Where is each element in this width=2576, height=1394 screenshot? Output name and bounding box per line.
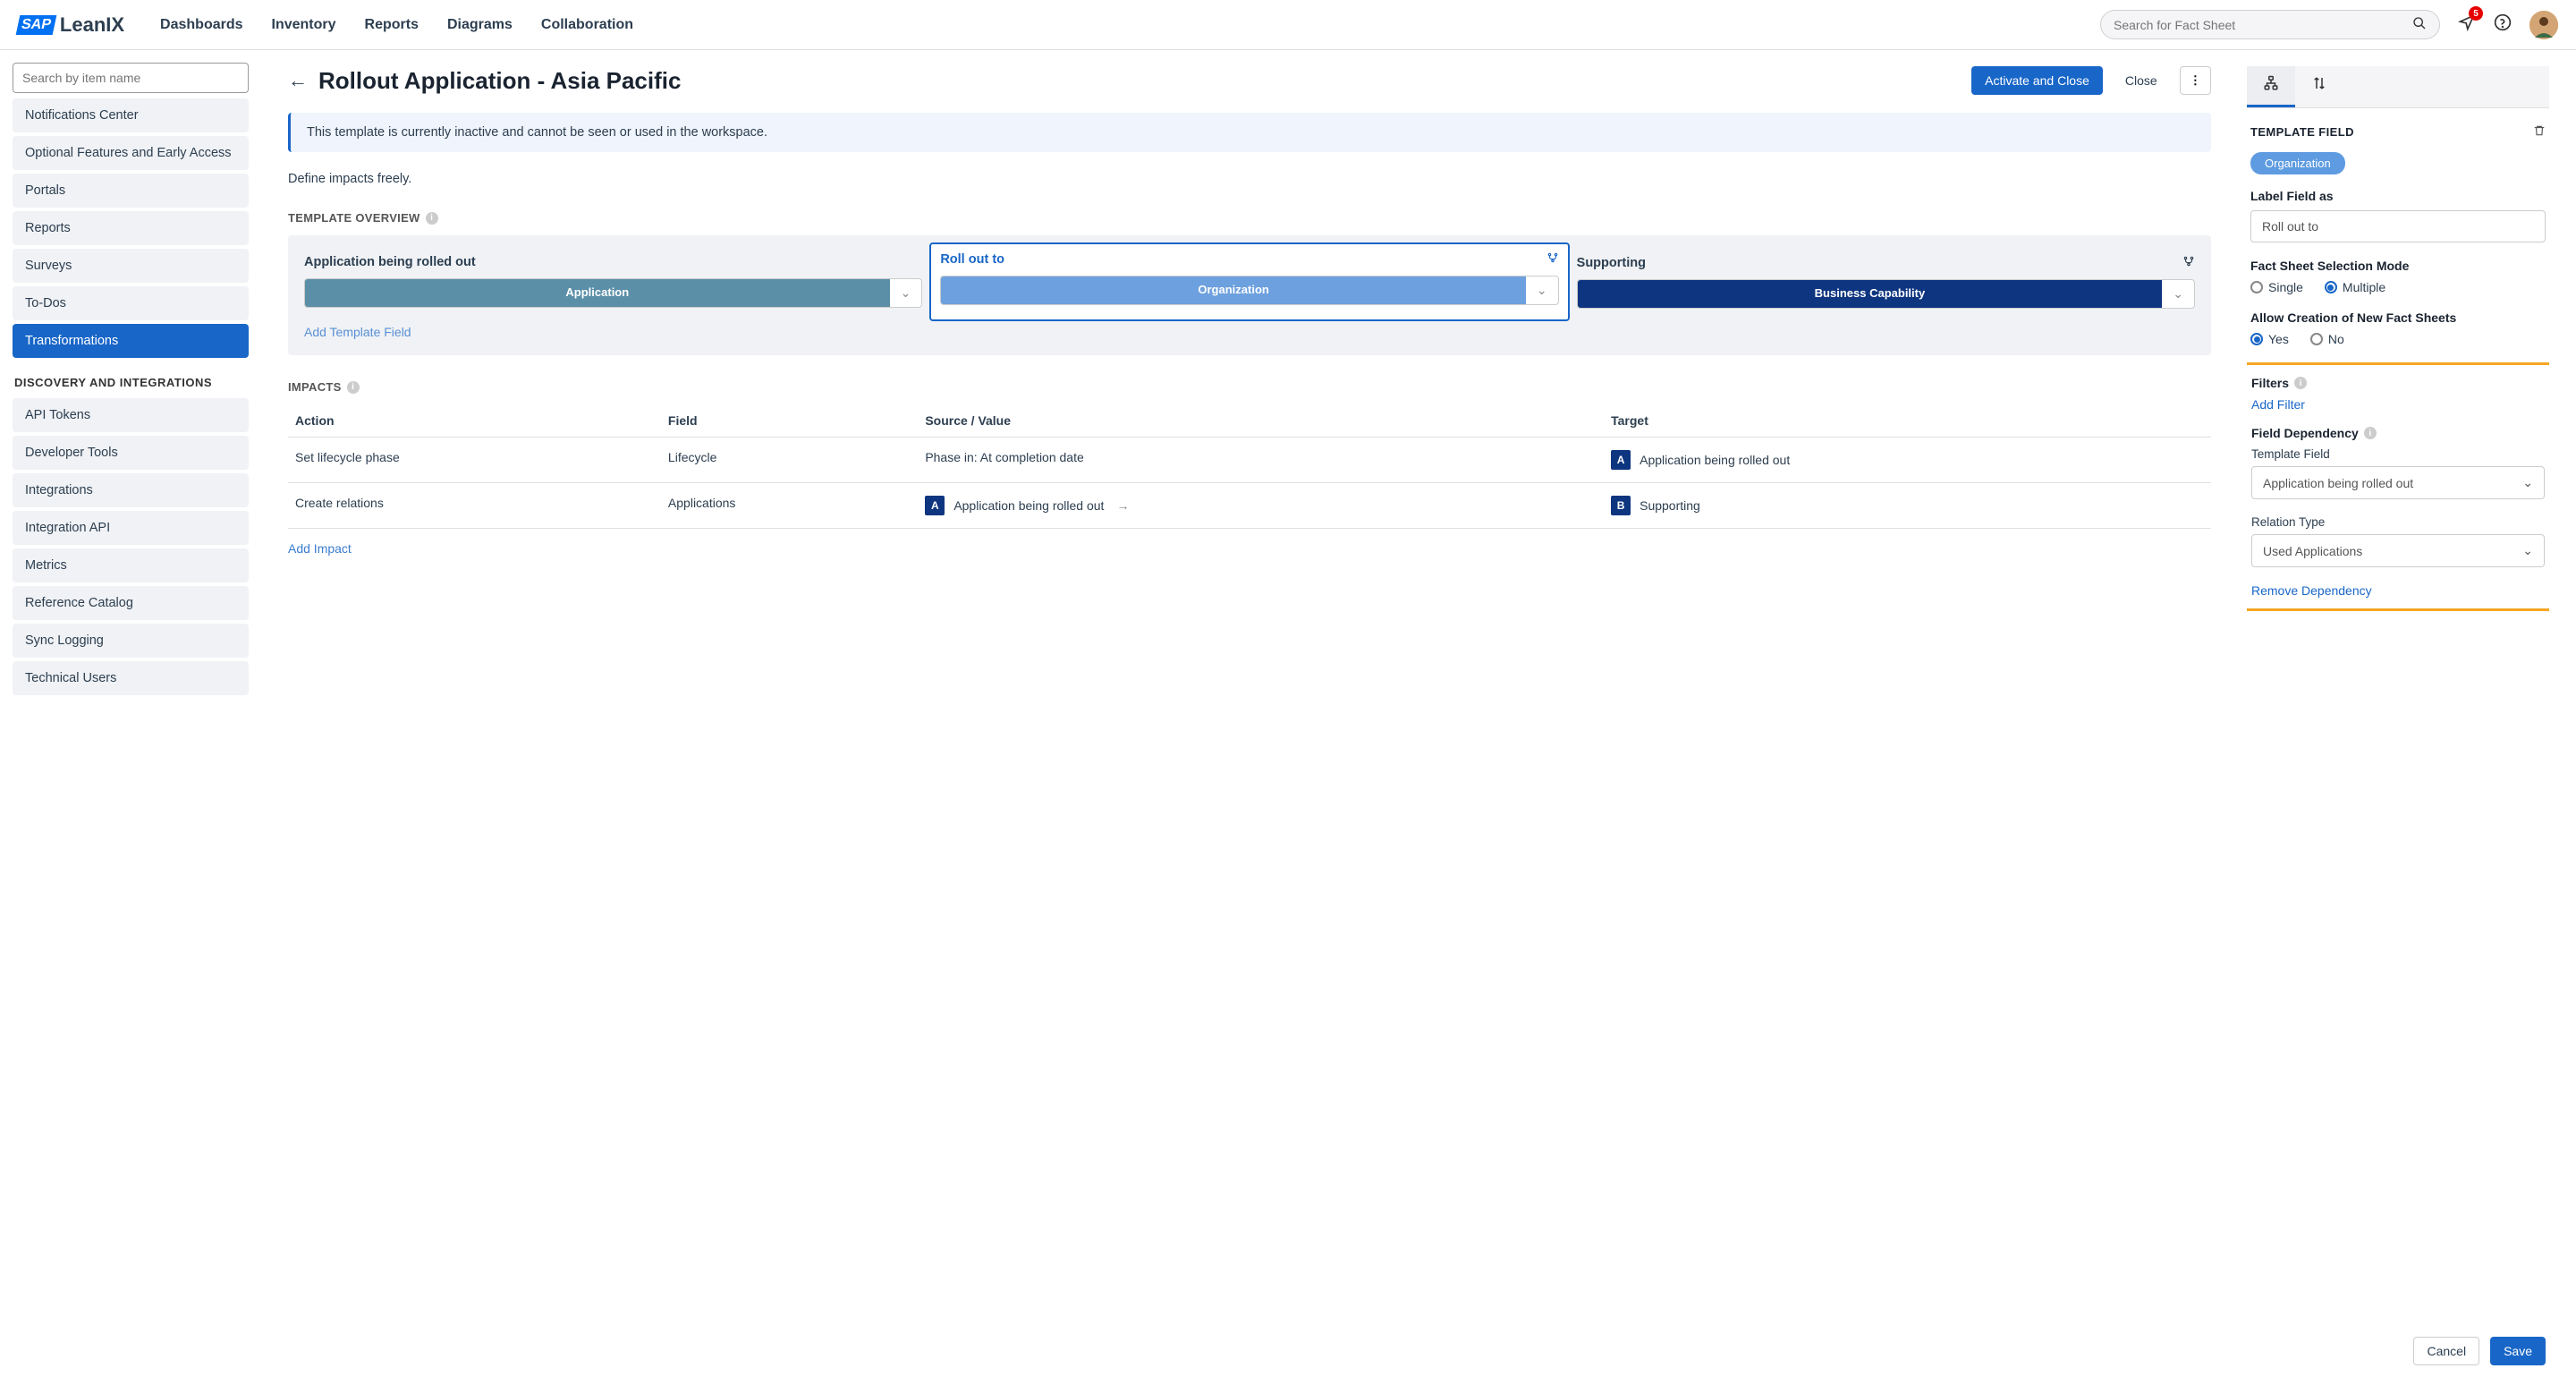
nav-dashboards[interactable]: Dashboards bbox=[160, 17, 242, 33]
sidebar-item[interactable]: API Tokens bbox=[13, 398, 249, 432]
sidebar-item[interactable]: Surveys bbox=[13, 249, 249, 283]
remove-dependency-link[interactable]: Remove Dependency bbox=[2251, 583, 2372, 598]
back-arrow-icon[interactable]: ← bbox=[288, 69, 308, 92]
sidebar-item[interactable]: Technical Users bbox=[13, 661, 249, 695]
close-button[interactable]: Close bbox=[2112, 66, 2171, 95]
impacts-heading: IMPACTS i bbox=[288, 380, 2211, 394]
selection-mode-label: Fact Sheet Selection Mode bbox=[2250, 259, 2546, 273]
logo[interactable]: SAP LeanIX bbox=[18, 13, 124, 37]
main-nav: Dashboards Inventory Reports Diagrams Co… bbox=[160, 17, 2100, 33]
sidebar-item[interactable]: Metrics bbox=[13, 548, 249, 582]
sidebar-item[interactable]: Sync Logging bbox=[13, 624, 249, 658]
app-header: SAP LeanIX Dashboards Inventory Reports … bbox=[0, 0, 2576, 50]
template-type-select[interactable]: Organization ⌄ bbox=[940, 276, 1558, 305]
chevron-down-icon: ⌄ bbox=[2522, 475, 2533, 490]
template-field-select[interactable]: Application being rolled out ⌄ bbox=[2251, 466, 2545, 499]
notifications-icon[interactable]: 5 bbox=[2458, 13, 2476, 36]
field-dependency-label: Field Dependency bbox=[2251, 426, 2359, 440]
chevron-down-icon[interactable]: ⌄ bbox=[2162, 280, 2194, 308]
relation-type-select[interactable]: Used Applications ⌄ bbox=[2251, 534, 2545, 567]
table-header: Target bbox=[1604, 404, 2211, 438]
label-field-as-input[interactable] bbox=[2250, 210, 2546, 242]
template-card[interactable]: Roll out to Organization ⌄ bbox=[929, 242, 1569, 321]
table-header: Source / Value bbox=[918, 404, 1604, 438]
nav-collaboration[interactable]: Collaboration bbox=[541, 17, 633, 33]
arrow-right-icon: → bbox=[1116, 498, 1129, 513]
filters-dependency-highlight: Filters i Add Filter Field Dependency i … bbox=[2247, 362, 2549, 611]
page-title: Rollout Application - Asia Pacific bbox=[318, 67, 681, 95]
more-actions-button[interactable]: ⋮ bbox=[2180, 66, 2211, 95]
sidebar-search-input[interactable] bbox=[13, 63, 249, 93]
search-icon[interactable] bbox=[2412, 16, 2427, 33]
organization-pill: Organization bbox=[2250, 152, 2345, 174]
filters-label: Filters bbox=[2251, 376, 2289, 390]
global-search[interactable] bbox=[2100, 10, 2440, 39]
save-button[interactable]: Save bbox=[2490, 1337, 2546, 1365]
template-card[interactable]: Application being rolled out Application… bbox=[304, 251, 922, 312]
panel-tab-hierarchy[interactable] bbox=[2247, 66, 2295, 107]
inactive-banner: This template is currently inactive and … bbox=[288, 113, 2211, 152]
template-field-sublabel: Template Field bbox=[2251, 447, 2545, 461]
template-type-select[interactable]: Business Capability ⌄ bbox=[1577, 279, 2195, 309]
sidebar-item[interactable]: Reports bbox=[13, 211, 249, 245]
sidebar: Notifications Center Optional Features an… bbox=[0, 50, 261, 1394]
cancel-button[interactable]: Cancel bbox=[2413, 1337, 2479, 1365]
sidebar-item[interactable]: Developer Tools bbox=[13, 436, 249, 470]
allow-creation-label: Allow Creation of New Fact Sheets bbox=[2250, 310, 2546, 325]
notification-badge: 5 bbox=[2469, 6, 2483, 21]
panel-section-title: TEMPLATE FIELD bbox=[2250, 125, 2354, 139]
page-subtitle: Define impacts freely. bbox=[288, 172, 2211, 186]
sidebar-item[interactable]: Optional Features and Early Access bbox=[13, 136, 249, 170]
info-icon[interactable]: i bbox=[347, 381, 360, 394]
main-content: ← Rollout Application - Asia Pacific Act… bbox=[288, 66, 2220, 1378]
add-template-field-link[interactable]: Add Template Field bbox=[304, 325, 411, 339]
sidebar-item[interactable]: Transformations bbox=[13, 324, 249, 358]
info-icon[interactable]: i bbox=[2364, 427, 2377, 439]
sidebar-item[interactable]: Notifications Center bbox=[13, 98, 249, 132]
add-filter-link[interactable]: Add Filter bbox=[2251, 397, 2305, 412]
impacts-table: ActionFieldSource / ValueTarget Set life… bbox=[288, 404, 2211, 529]
header-actions: 5 bbox=[2458, 11, 2558, 39]
chevron-down-icon: ⌄ bbox=[2522, 543, 2533, 558]
selection-multiple-radio[interactable]: Multiple bbox=[2325, 280, 2385, 294]
label-field-as-label: Label Field as bbox=[2250, 189, 2546, 203]
nav-diagrams[interactable]: Diagrams bbox=[447, 17, 513, 33]
sidebar-item[interactable]: Reference Catalog bbox=[13, 586, 249, 620]
sidebar-item[interactable]: To-Dos bbox=[13, 286, 249, 320]
branch-icon bbox=[1546, 251, 1559, 267]
user-avatar[interactable] bbox=[2529, 11, 2558, 39]
right-panel: TEMPLATE FIELD Organization Label Field … bbox=[2247, 66, 2549, 1378]
search-input[interactable] bbox=[2114, 18, 2412, 32]
allow-no-radio[interactable]: No bbox=[2310, 332, 2344, 346]
branch-icon bbox=[2182, 255, 2195, 270]
table-header: Action bbox=[288, 404, 661, 438]
relation-type-sublabel: Relation Type bbox=[2251, 515, 2545, 529]
template-overview-box: Application being rolled out Application… bbox=[288, 235, 2211, 355]
delete-field-icon[interactable] bbox=[2533, 124, 2546, 140]
table-row[interactable]: Create relationsApplicationsAApplication… bbox=[288, 483, 2211, 529]
chevron-down-icon[interactable]: ⌄ bbox=[890, 279, 922, 307]
logo-sap: SAP bbox=[16, 15, 57, 35]
table-row[interactable]: Set lifecycle phaseLifecyclePhase in: At… bbox=[288, 438, 2211, 483]
info-icon[interactable]: i bbox=[2294, 377, 2307, 389]
template-card[interactable]: Supporting Business Capability ⌄ bbox=[1577, 251, 2195, 312]
panel-tab-sort[interactable] bbox=[2295, 66, 2343, 107]
help-icon[interactable] bbox=[2494, 13, 2512, 36]
chevron-down-icon[interactable]: ⌄ bbox=[1526, 276, 1558, 304]
info-icon[interactable]: i bbox=[426, 212, 438, 225]
nav-inventory[interactable]: Inventory bbox=[272, 17, 336, 33]
sidebar-item[interactable]: Integrations bbox=[13, 473, 249, 507]
selection-single-radio[interactable]: Single bbox=[2250, 280, 2303, 294]
template-overview-heading: TEMPLATE OVERVIEW i bbox=[288, 211, 2211, 225]
template-type-select[interactable]: Application ⌄ bbox=[304, 278, 922, 308]
table-header: Field bbox=[661, 404, 918, 438]
allow-yes-radio[interactable]: Yes bbox=[2250, 332, 2289, 346]
sidebar-item[interactable]: Integration API bbox=[13, 511, 249, 545]
add-impact-link[interactable]: Add Impact bbox=[288, 541, 352, 556]
nav-reports[interactable]: Reports bbox=[365, 17, 419, 33]
logo-text: LeanIX bbox=[60, 13, 124, 37]
sidebar-item[interactable]: Portals bbox=[13, 174, 249, 208]
sidebar-section-discovery: DISCOVERY AND INTEGRATIONS bbox=[13, 376, 249, 389]
activate-and-close-button[interactable]: Activate and Close bbox=[1971, 66, 2103, 95]
